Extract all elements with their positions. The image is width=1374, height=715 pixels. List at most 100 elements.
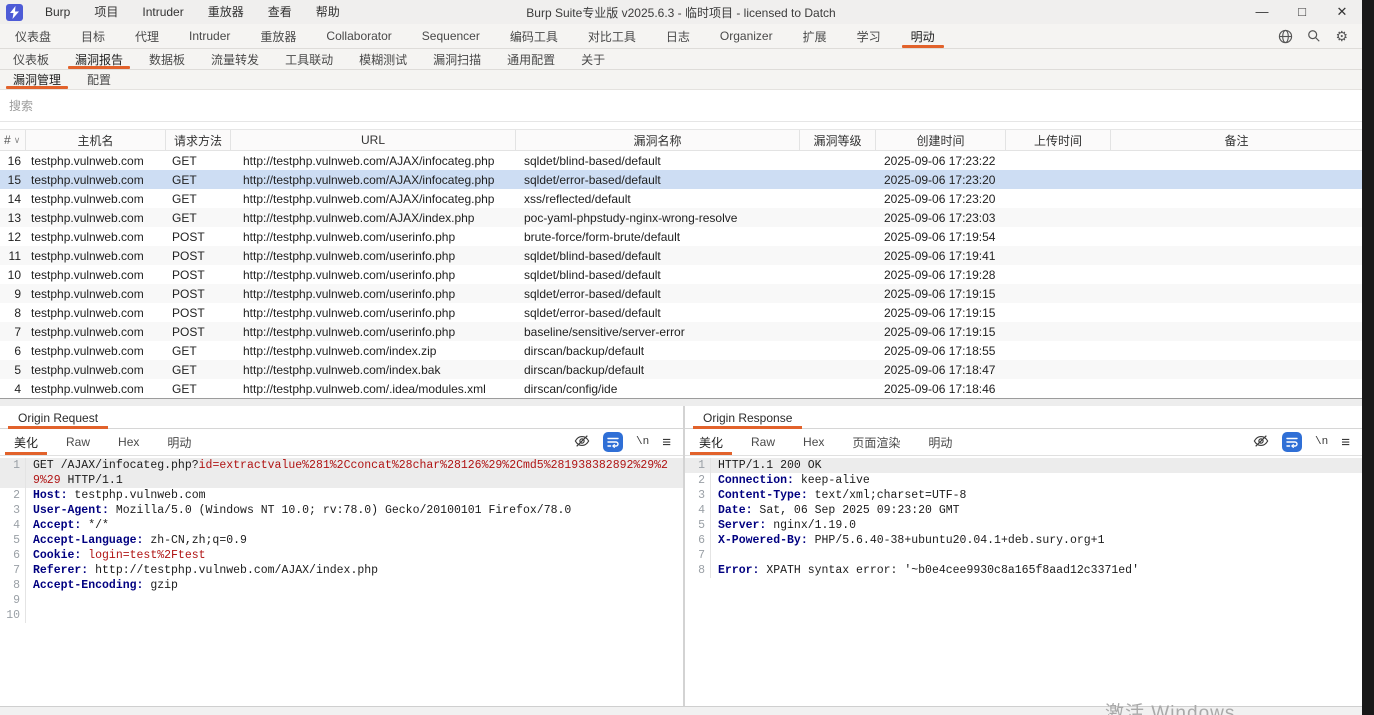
tab-origin-request[interactable]: Origin Request (8, 411, 109, 429)
table-row[interactable]: 7 testphp.vulnweb.com POST http://testph… (0, 322, 1362, 341)
main-tab[interactable]: 日志 (651, 24, 705, 48)
request-view-tab[interactable]: 明动 (153, 429, 205, 455)
request-view-tab[interactable]: 美化 (0, 429, 52, 455)
line-content (26, 608, 683, 623)
column-header-url[interactable]: URL (231, 130, 516, 150)
request-editor[interactable]: 1 GET /AJAX/infocateg.php?id=extractvalu… (0, 456, 683, 706)
plugin-tab[interactable]: 工具联动 (272, 49, 346, 69)
column-header-uploaded[interactable]: 上传时间 (1006, 130, 1111, 150)
newline-icon[interactable]: \n (636, 436, 649, 448)
plugin-tab[interactable]: 关于 (568, 49, 618, 69)
main-tab[interactable]: 明动 (896, 24, 950, 48)
menu-item[interactable]: 重放器 (196, 0, 256, 24)
menu-item[interactable]: 帮助 (304, 0, 352, 24)
table-row[interactable]: 8 testphp.vulnweb.com POST http://testph… (0, 303, 1362, 322)
menu-item[interactable]: Burp (33, 0, 82, 24)
table-row[interactable]: 5 testphp.vulnweb.com GET http://testphp… (0, 360, 1362, 379)
table-row[interactable]: 11 testphp.vulnweb.com POST http://testp… (0, 246, 1362, 265)
main-tab[interactable]: 扩展 (788, 24, 842, 48)
column-header-created[interactable]: 创建时间 (876, 130, 1006, 150)
plugin-tab[interactable]: 漏洞报告 (62, 49, 136, 69)
tab-origin-response[interactable]: Origin Response (693, 411, 803, 429)
response-view-tab[interactable]: Hex (789, 429, 838, 455)
table-row[interactable]: 10 testphp.vulnweb.com POST http://testp… (0, 265, 1362, 284)
column-header-host[interactable]: 主机名 (26, 130, 166, 150)
gear-icon[interactable]: ⚙ (1335, 29, 1348, 43)
request-line: 9 (0, 593, 683, 608)
main-tab[interactable]: Organizer (705, 24, 788, 48)
maximize-button[interactable]: □ (1282, 0, 1322, 24)
column-header-method[interactable]: 请求方法 (166, 130, 231, 150)
newline-icon[interactable]: \n (1315, 436, 1328, 448)
column-header-index[interactable]: # ∨ (0, 130, 26, 150)
main-tab[interactable]: Collaborator (311, 24, 406, 48)
request-line: 7 Referer: http://testphp.vulnweb.com/AJ… (0, 563, 683, 578)
word-wrap-icon[interactable] (1282, 432, 1303, 452)
inner-tab[interactable]: 漏洞管理 (0, 70, 74, 89)
plugin-tab[interactable]: 流量转发 (198, 49, 272, 69)
main-tab[interactable]: Intruder (174, 24, 245, 48)
main-tab[interactable]: 目标 (66, 24, 120, 48)
main-tab[interactable]: Sequencer (407, 24, 495, 48)
main-tab[interactable]: 编码工具 (495, 24, 573, 48)
request-line: 5 Accept-Language: zh-CN,zh;q=0.9 (0, 533, 683, 548)
menu-item[interactable]: 项目 (82, 0, 130, 24)
search-input[interactable] (0, 98, 1362, 113)
eye-off-icon[interactable] (574, 433, 590, 452)
response-editor[interactable]: 1 HTTP/1.1 200 OK 2 Connection: keep-ali… (685, 456, 1362, 706)
menu-item[interactable]: Intruder (130, 0, 195, 24)
editor-menu-icon[interactable]: ≡ (1341, 435, 1350, 450)
column-header-note[interactable]: 备注 (1111, 130, 1362, 150)
line-content: Accept: */* (33, 519, 109, 532)
plugin-tab[interactable]: 模糊测试 (346, 49, 420, 69)
response-line: 5 Server: nginx/1.19.0 (685, 518, 1362, 533)
line-number: 8 (685, 563, 711, 578)
request-view-tab[interactable]: Hex (104, 429, 153, 455)
word-wrap-icon[interactable] (603, 432, 624, 452)
request-line: 3 User-Agent: Mozilla/5.0 (Windows NT 10… (0, 503, 683, 518)
main-tab[interactable]: 学习 (842, 24, 896, 48)
plugin-tab[interactable]: 通用配置 (494, 49, 568, 69)
table-row[interactable]: 15 testphp.vulnweb.com GET http://testph… (0, 170, 1362, 189)
editor-menu-icon[interactable]: ≡ (662, 435, 671, 450)
table-row[interactable]: 14 testphp.vulnweb.com GET http://testph… (0, 189, 1362, 208)
main-tab[interactable]: 代理 (120, 24, 174, 48)
main-tab[interactable]: 仪表盘 (0, 24, 66, 48)
response-line: 6 X-Powered-By: PHP/5.6.40-38+ubuntu20.0… (685, 533, 1362, 548)
request-view-tab[interactable]: Raw (52, 429, 104, 455)
plugin-tab[interactable]: 漏洞扫描 (420, 49, 494, 69)
search-icon[interactable] (1307, 29, 1321, 43)
table-row[interactable]: 12 testphp.vulnweb.com POST http://testp… (0, 227, 1362, 246)
table-row[interactable]: 16 testphp.vulnweb.com GET http://testph… (0, 151, 1362, 170)
plugin-tab[interactable]: 数据板 (136, 49, 198, 69)
close-button[interactable]: ✕ (1322, 0, 1362, 24)
plugin-tab[interactable]: 仪表板 (0, 49, 62, 69)
response-line: 4 Date: Sat, 06 Sep 2025 09:23:20 GMT (685, 503, 1362, 518)
inner-tab[interactable]: 配置 (74, 70, 124, 89)
table-row[interactable]: 4 testphp.vulnweb.com GET http://testphp… (0, 379, 1362, 398)
origin-response-panel: Origin Response 美化 Raw Hex 页面渲染 明动 \n ≡ … (685, 406, 1362, 706)
main-tab[interactable]: 对比工具 (573, 24, 651, 48)
response-view-tab[interactable]: 美化 (685, 429, 737, 455)
line-number: 4 (0, 518, 26, 533)
response-view-tab[interactable]: Raw (737, 429, 789, 455)
request-line: 8 Accept-Encoding: gzip (0, 578, 683, 593)
response-line: 3 Content-Type: text/xml;charset=UTF-8 (685, 488, 1362, 503)
table-row[interactable]: 6 testphp.vulnweb.com GET http://testphp… (0, 341, 1362, 360)
menu-item[interactable]: 查看 (256, 0, 304, 24)
burp-suite-window: Burp Suite专业版 v2025.6.3 - 临时项目 - license… (0, 0, 1374, 715)
line-content: Date: Sat, 06 Sep 2025 09:23:20 GMT (718, 504, 960, 517)
line-number: 6 (0, 548, 26, 563)
line-number: 4 (685, 503, 711, 518)
table-row[interactable]: 9 testphp.vulnweb.com POST http://testph… (0, 284, 1362, 303)
main-tab[interactable]: 重放器 (245, 24, 311, 48)
column-header-severity[interactable]: 漏洞等级 (800, 130, 876, 150)
eye-off-icon[interactable] (1253, 433, 1269, 452)
minimize-button[interactable]: — (1242, 0, 1282, 24)
horizontal-scrollbar[interactable] (0, 398, 1362, 406)
column-header-vuln-name[interactable]: 漏洞名称 (516, 130, 800, 150)
table-row[interactable]: 13 testphp.vulnweb.com GET http://testph… (0, 208, 1362, 227)
response-view-tab[interactable]: 页面渲染 (838, 429, 914, 455)
response-view-tab[interactable]: 明动 (914, 429, 966, 455)
globe-icon[interactable] (1278, 29, 1293, 44)
